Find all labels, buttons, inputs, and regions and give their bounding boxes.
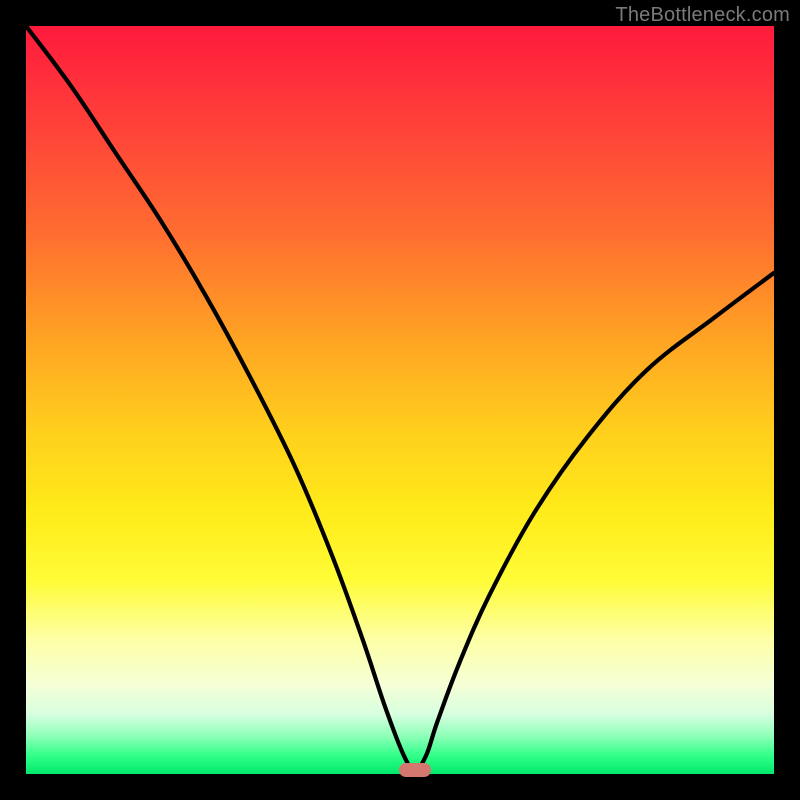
chart-frame: TheBottleneck.com — [0, 0, 800, 800]
plot-area — [26, 26, 774, 774]
bottleneck-curve — [26, 26, 774, 774]
watermark-text: TheBottleneck.com — [615, 4, 790, 27]
optimal-marker — [399, 763, 431, 777]
